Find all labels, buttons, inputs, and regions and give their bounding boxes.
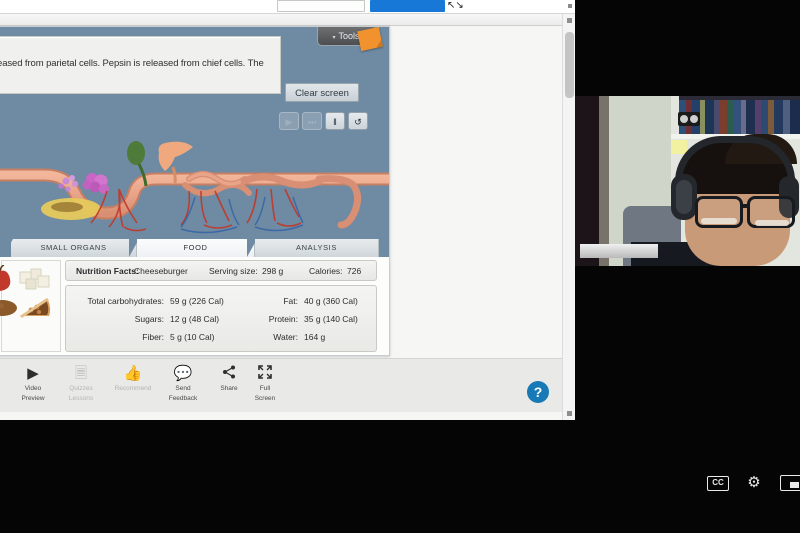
step-forward-button[interactable]: ⏭: [302, 112, 322, 130]
table-row: Fat: 40 g (360 Cal): [238, 292, 378, 310]
shared-screen-region: ↖↘ leased from parietal cells. Pepsin is…: [0, 0, 575, 420]
play-button[interactable]: ▶: [279, 112, 299, 130]
screen-recording: ↖↘ leased from parietal cells. Pepsin is…: [0, 0, 800, 533]
table-row: Protein: 35 g (140 Cal): [238, 310, 378, 328]
calories-label: Calories:: [309, 266, 343, 276]
tools-button-label: Tools: [338, 31, 360, 41]
apple-thumbnail[interactable]: [0, 264, 14, 293]
row-label: Fat:: [283, 296, 298, 306]
closed-captions-button[interactable]: CC: [705, 472, 731, 494]
row-label: Water:: [273, 332, 298, 342]
pecan-pie-thumbnail[interactable]: [17, 294, 53, 322]
row-value: 5 g (10 Cal): [170, 332, 215, 342]
simulation-tabs: SMALL ORGANS FOOD ANALYSIS: [0, 239, 389, 257]
reset-button[interactable]: ↺: [348, 112, 368, 130]
row-label: Fiber:: [142, 332, 164, 342]
lens-glare-right: [755, 220, 789, 226]
nutrition-title: Nutrition Facts:: [76, 266, 139, 276]
gizmo-toolbar: ▶ Video Preview 🗏 Quizzes Lessons 👍 Reco…: [0, 358, 562, 412]
row-value: 35 g (140 Cal): [304, 314, 358, 324]
chevron-down-icon: ▾: [332, 35, 336, 41]
scrollbar-thumb[interactable]: [565, 32, 574, 98]
table-row: Water: 164 g: [238, 328, 378, 346]
collapse-arrows-icon[interactable]: ↖↘: [447, 0, 464, 12]
glasses-bridge: [741, 204, 749, 208]
calories-value: 726: [347, 266, 362, 276]
readout-text: leased from parietal cells. Pepsin is re…: [0, 58, 264, 69]
help-button[interactable]: ?: [527, 381, 549, 403]
description-readout: leased from parietal cells. Pepsin is re…: [0, 36, 281, 94]
row-value: 59 g (226 Cal): [170, 296, 224, 306]
tab-food[interactable]: FOOD: [137, 239, 255, 257]
scroll-down-arrow[interactable]: [567, 411, 572, 416]
speaker-device: [678, 112, 700, 126]
row-label: Total carbohydrates:: [87, 296, 164, 306]
lens-glare-left: [701, 218, 737, 224]
nutrition-header: Nutrition Facts: Cheeseburger Serving si…: [65, 260, 377, 281]
tab-small-organs[interactable]: SMALL ORGANS: [11, 239, 137, 257]
row-value: 40 g (360 Cal): [304, 296, 358, 306]
tab-analysis[interactable]: ANALYSIS: [255, 239, 379, 257]
table-row: Fiber: 5 g (10 Cal): [66, 328, 226, 346]
nutrition-food-name: Cheeseburger: [134, 266, 188, 276]
browser-subtoolbar: [0, 14, 575, 26]
serving-size-label: Serving size:: [209, 266, 258, 276]
item-label-2: Feedback: [168, 395, 198, 402]
table-row: Sugars: 12 g (48 Cal): [66, 310, 226, 328]
toolbar-dot: [568, 4, 572, 8]
digestive-system-diagram: [0, 137, 389, 237]
expand-arrows-icon: [234, 365, 296, 383]
item-label-2: Screen: [254, 395, 276, 402]
row-value: 12 g (48 Cal): [170, 314, 220, 324]
item-label-1: Full: [259, 385, 271, 392]
headphone-earcup-left: [671, 174, 697, 220]
gizmo-simulation-frame: leased from parietal cells. Pepsin is re…: [0, 26, 390, 356]
scroll-up-arrow[interactable]: [567, 18, 572, 23]
settings-button[interactable]: ⚙: [743, 472, 765, 494]
full-screen-button[interactable]: Full Screen: [234, 365, 296, 403]
browser-toolbar: ↖↘: [0, 0, 575, 14]
webcam-video-feed[interactable]: [575, 96, 800, 266]
potato-thumbnail[interactable]: [0, 297, 18, 325]
picture-in-picture-button[interactable]: [779, 472, 800, 494]
video-player-controls: CC ⚙: [575, 462, 800, 508]
pip-icon: [780, 475, 800, 491]
pause-button[interactable]: ‖: [325, 112, 345, 130]
cheese-cubes-thumbnail[interactable]: [18, 266, 52, 294]
food-thumbnail-list: [0, 260, 61, 352]
table-row: Total carbohydrates: 59 g (226 Cal): [66, 292, 226, 310]
nutrition-body: Total carbohydrates: 59 g (226 Cal) Suga…: [65, 285, 377, 352]
page-scrollbar[interactable]: [562, 14, 575, 420]
primary-action-button[interactable]: [370, 0, 445, 12]
item-label-2: Lessons: [68, 395, 94, 402]
participant-name-overlay: [580, 244, 658, 258]
clear-screen-button[interactable]: Clear screen: [285, 83, 359, 102]
food-panel: Nutrition Facts: Cheeseburger Serving si…: [0, 257, 389, 355]
cc-icon: CC: [707, 476, 729, 491]
row-label: Sugars:: [134, 314, 164, 324]
sticky-note-icon[interactable]: [357, 27, 383, 52]
row-value: 164 g: [304, 332, 326, 342]
nutrition-facts: Nutrition Facts: Cheeseburger Serving si…: [65, 260, 377, 352]
serving-size-value: 298 g: [262, 266, 284, 276]
simulation-canvas: leased from parietal cells. Pepsin is re…: [0, 27, 389, 239]
address-input[interactable]: [277, 0, 365, 12]
row-label: Protein:: [268, 314, 298, 324]
